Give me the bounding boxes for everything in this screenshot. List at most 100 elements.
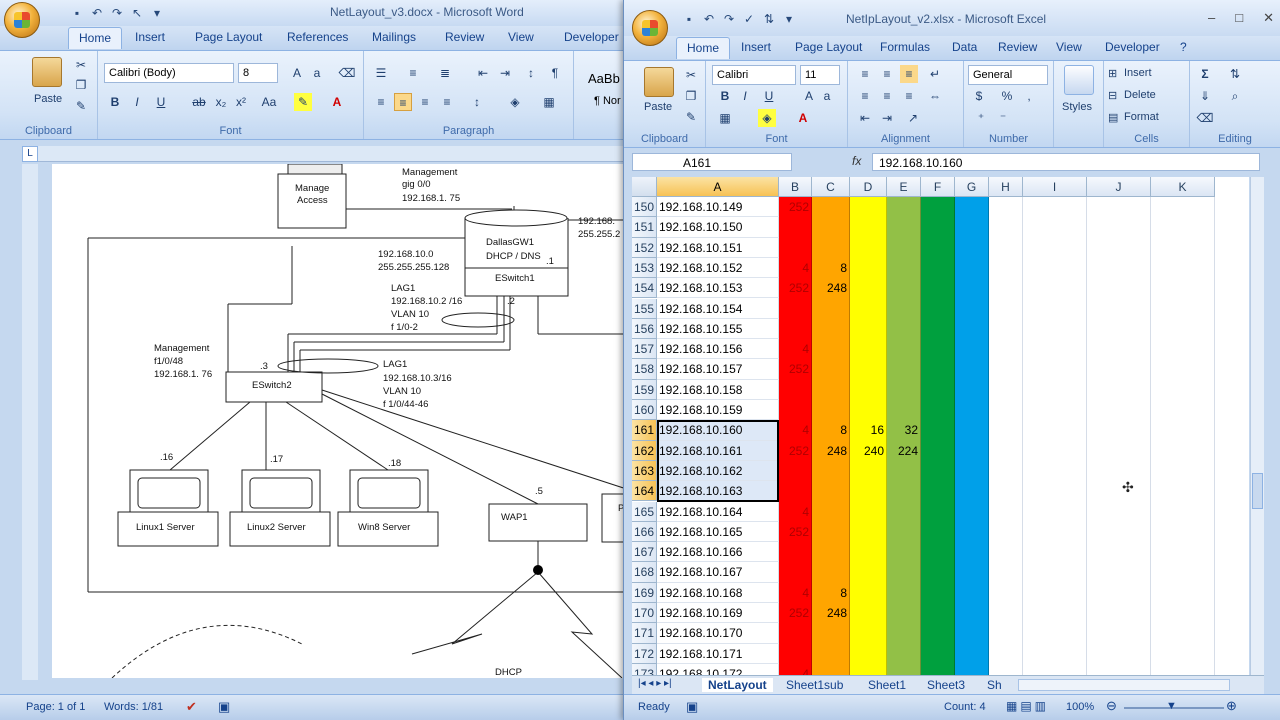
pilcrow-icon[interactable]: ¶: [546, 64, 564, 82]
excel-styles-label[interactable]: Styles: [1062, 101, 1092, 113]
sort-filter-icon[interactable]: ⇅: [1226, 65, 1244, 83]
undo-icon[interactable]: ↶: [90, 6, 104, 20]
horizontal-scrollbar[interactable]: [1018, 679, 1230, 691]
column-header-h[interactable]: H: [989, 177, 1023, 197]
maximize-icon[interactable]: □: [1235, 10, 1243, 26]
word-tab-insert[interactable]: Insert: [135, 30, 165, 44]
page-count[interactable]: Page: 1 of 1: [26, 701, 85, 713]
help-icon[interactable]: ?: [1180, 40, 1187, 54]
column-header-g[interactable]: G: [955, 177, 989, 197]
name-box[interactable]: A161: [632, 153, 792, 171]
excel-office-button[interactable]: [632, 10, 668, 46]
percent-icon[interactable]: %: [998, 87, 1016, 105]
cell-a[interactable]: 192.168.10.172: [657, 664, 779, 675]
fill-icon[interactable]: ⇓: [1196, 87, 1214, 105]
row-header[interactable]: 150: [632, 197, 657, 218]
row-header[interactable]: 157: [632, 339, 657, 360]
word-font-name[interactable]: Calibri (Body): [104, 63, 234, 83]
row-header[interactable]: 170: [632, 603, 657, 624]
excel-copy-icon[interactable]: ❐: [682, 87, 700, 105]
excel-shrink-font-icon[interactable]: a: [818, 87, 836, 105]
row-header[interactable]: 158: [632, 359, 657, 380]
styles-preview[interactable]: AaBb: [588, 71, 620, 86]
wrap-text-icon[interactable]: ↵: [926, 65, 944, 83]
excel-format-painter-icon[interactable]: ✎: [682, 108, 700, 126]
column-header-b[interactable]: B: [779, 177, 812, 197]
excel-tab-formulas[interactable]: Formulas: [880, 40, 930, 54]
row-header[interactable]: 159: [632, 379, 657, 400]
cell-d[interactable]: 240: [850, 441, 884, 461]
clear-icon[interactable]: ⌫: [1196, 109, 1214, 127]
justify-icon[interactable]: ≡: [438, 93, 456, 111]
cell-b[interactable]: 4: [779, 258, 809, 278]
cell-a[interactable]: 192.168.10.154: [657, 299, 779, 319]
cell-a[interactable]: 192.168.10.171: [657, 644, 779, 664]
word-font-size[interactable]: 8: [238, 63, 278, 83]
cell-a[interactable]: 192.168.10.152: [657, 258, 779, 279]
currency-icon[interactable]: $: [970, 87, 988, 105]
align-top-icon[interactable]: ≡: [856, 65, 874, 83]
cell-a[interactable]: 192.168.10.151: [657, 238, 779, 258]
format-cells-icon[interactable]: ▤: [1108, 111, 1118, 124]
excel-tab-view[interactable]: View: [1056, 40, 1082, 54]
number-format[interactable]: General: [968, 65, 1048, 85]
row-header[interactable]: 152: [632, 237, 657, 258]
column-header-j[interactable]: J: [1087, 177, 1151, 197]
decrease-decimal-icon[interactable]: ⁻: [994, 109, 1012, 127]
cell-b[interactable]: 252: [779, 603, 809, 623]
word-tab-developer[interactable]: Developer: [564, 30, 619, 44]
word-paste-label[interactable]: Paste: [34, 93, 62, 105]
save-icon[interactable]: ▪: [70, 6, 84, 20]
excel-font-name[interactable]: Calibri: [712, 65, 796, 85]
cell-a[interactable]: 192.168.10.157: [657, 359, 779, 380]
row-header[interactable]: 168: [632, 562, 657, 583]
cell-c[interactable]: 8: [812, 258, 847, 278]
clear-format-icon[interactable]: ⌫: [338, 64, 356, 82]
cell-b[interactable]: 4: [779, 502, 809, 522]
row-header[interactable]: 166: [632, 521, 657, 543]
row-header[interactable]: 165: [632, 501, 657, 522]
row-header[interactable]: 167: [632, 542, 657, 563]
excel-customize-icon[interactable]: ▾: [782, 12, 796, 26]
cell-a[interactable]: 192.168.10.166: [657, 542, 779, 563]
zoom-thumb-icon[interactable]: ▼: [1166, 700, 1177, 712]
cell-a[interactable]: 192.168.10.150: [657, 217, 779, 238]
cursor-icon[interactable]: ↖: [130, 6, 144, 20]
align-center-icon[interactable]: ≡: [394, 93, 412, 111]
zoom-level[interactable]: 100%: [1066, 701, 1094, 713]
excel-tab-insert[interactable]: Insert: [741, 40, 771, 54]
select-all-corner[interactable]: [632, 177, 657, 197]
cell-c[interactable]: 8: [812, 420, 847, 440]
excel-tab-developer[interactable]: Developer: [1105, 40, 1160, 54]
column-header-d[interactable]: D: [850, 177, 887, 197]
decrease-indent-icon[interactable]: ⇤: [474, 64, 492, 82]
column-header-a[interactable]: A: [657, 177, 779, 197]
increase-decimal-icon[interactable]: ⁺: [972, 109, 990, 127]
superscript-icon[interactable]: x²: [232, 93, 250, 111]
word-tab-references[interactable]: References: [287, 30, 348, 44]
change-case-icon[interactable]: Aa: [260, 93, 278, 111]
excel-underline-icon[interactable]: U: [760, 87, 778, 105]
shrink-font-icon[interactable]: a: [308, 64, 326, 82]
cell-c[interactable]: 248: [812, 441, 847, 461]
cell-a[interactable]: 192.168.10.167: [657, 562, 779, 583]
styles-icon[interactable]: [1064, 65, 1094, 95]
sheet-tab-sheet1[interactable]: Sheet1: [868, 678, 906, 692]
vertical-scroll-thumb[interactable]: [1252, 473, 1263, 509]
word-count[interactable]: Words: 1/81: [104, 701, 163, 713]
italic-icon[interactable]: I: [128, 93, 146, 111]
word-tab-home[interactable]: Home: [68, 27, 123, 49]
paste-icon[interactable]: [32, 57, 62, 87]
insert-cells-icon[interactable]: ⊞: [1108, 67, 1117, 80]
row-header[interactable]: 163: [632, 460, 657, 482]
redo-icon[interactable]: ↷: [110, 6, 124, 20]
cell-a[interactable]: 192.168.10.168: [657, 583, 779, 603]
cell-a[interactable]: 192.168.10.155: [657, 319, 779, 340]
view-buttons-icon[interactable]: ▦▤▥: [1006, 699, 1049, 713]
row-header[interactable]: 151: [632, 217, 657, 238]
sheet-tab-sheet1sub[interactable]: Sheet1sub: [786, 678, 843, 692]
excel-align-right-icon[interactable]: ≡: [900, 87, 918, 105]
column-header-c[interactable]: C: [812, 177, 850, 197]
macro-record-icon[interactable]: ▣: [686, 699, 698, 715]
sheet-tab-overflow[interactable]: Sh: [987, 678, 1002, 692]
